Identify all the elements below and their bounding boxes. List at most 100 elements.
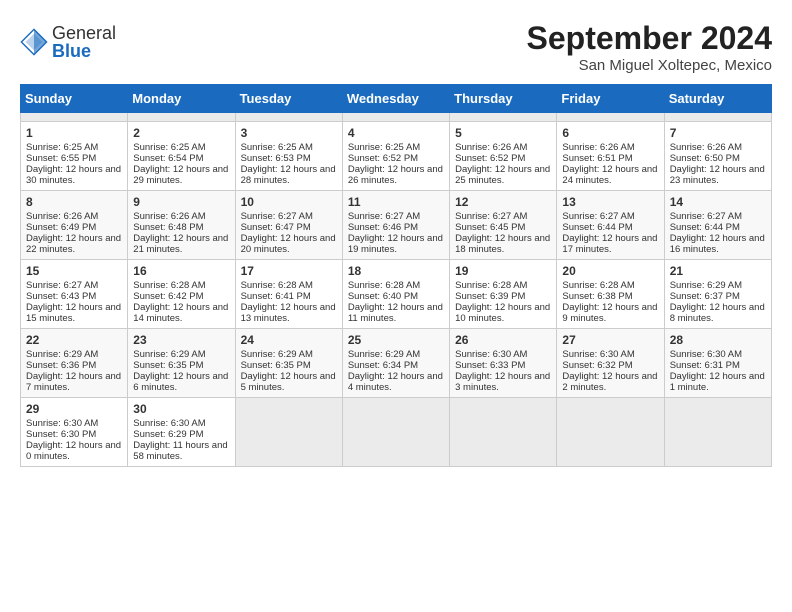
sunset-text: Sunset: 6:35 PM (241, 360, 311, 371)
sunset-text: Sunset: 6:37 PM (670, 291, 740, 302)
sunset-text: Sunset: 6:33 PM (455, 360, 525, 371)
day-number: 26 (455, 333, 551, 347)
calendar-cell: 3Sunrise: 6:25 AMSunset: 6:53 PMDaylight… (235, 122, 342, 191)
calendar-week-5: 22Sunrise: 6:29 AMSunset: 6:36 PMDayligh… (21, 329, 772, 398)
calendar-cell: 9Sunrise: 6:26 AMSunset: 6:48 PMDaylight… (128, 191, 235, 260)
sunrise-text: Sunrise: 6:29 AM (26, 349, 98, 360)
calendar-cell (342, 113, 449, 122)
day-number: 15 (26, 264, 122, 278)
sunset-text: Sunset: 6:55 PM (26, 153, 96, 164)
daylight-text: Daylight: 12 hours and 18 minutes. (455, 233, 550, 255)
sunrise-text: Sunrise: 6:28 AM (241, 280, 313, 291)
sunset-text: Sunset: 6:35 PM (133, 360, 203, 371)
sunrise-text: Sunrise: 6:29 AM (133, 349, 205, 360)
sunset-text: Sunset: 6:38 PM (562, 291, 632, 302)
sunrise-text: Sunrise: 6:27 AM (26, 280, 98, 291)
calendar-week-4: 15Sunrise: 6:27 AMSunset: 6:43 PMDayligh… (21, 260, 772, 329)
column-header-friday: Friday (557, 85, 664, 113)
calendar-cell: 1Sunrise: 6:25 AMSunset: 6:55 PMDaylight… (21, 122, 128, 191)
calendar-cell: 17 Sunrise: 6:28 AMSunset: 6:41 PMDayligh… (235, 260, 342, 329)
daylight-text: Daylight: 12 hours and 15 minutes. (26, 302, 121, 324)
calendar-cell (342, 398, 449, 467)
daylight-text: Daylight: 12 hours and 29 minutes. (133, 164, 228, 186)
day-number: 9 (133, 195, 229, 209)
sunrise-text: Sunrise: 6:26 AM (562, 142, 634, 153)
day-number: 29 (26, 402, 122, 416)
day-number: 21 (670, 264, 766, 278)
calendar-cell: 22Sunrise: 6:29 AMSunset: 6:36 PMDayligh… (21, 329, 128, 398)
day-number: 22 (26, 333, 122, 347)
daylight-text: Daylight: 12 hours and 20 minutes. (241, 233, 336, 255)
daylight-text: Daylight: 12 hours and 2 minutes. (562, 371, 657, 393)
daylight-text: Daylight: 12 hours and 23 minutes. (670, 164, 765, 186)
sunset-text: Sunset: 6:47 PM (241, 222, 311, 233)
calendar-cell: 12Sunrise: 6:27 AMSunset: 6:45 PMDayligh… (450, 191, 557, 260)
sunset-text: Sunset: 6:51 PM (562, 153, 632, 164)
logo: General Blue (20, 24, 116, 60)
daylight-text: Daylight: 12 hours and 16 minutes. (670, 233, 765, 255)
day-number: 11 (348, 195, 444, 209)
calendar-cell: 19Sunrise: 6:28 AMSunset: 6:39 PMDayligh… (450, 260, 557, 329)
sunset-text: Sunset: 6:29 PM (133, 429, 203, 440)
day-number: 16 (133, 264, 229, 278)
sunrise-text: Sunrise: 6:28 AM (455, 280, 527, 291)
daylight-text: Daylight: 12 hours and 7 minutes. (26, 371, 121, 393)
calendar-cell (450, 113, 557, 122)
day-number: 8 (26, 195, 122, 209)
day-number: 24 (241, 333, 337, 347)
calendar-cell (21, 113, 128, 122)
daylight-text: Daylight: 12 hours and 9 minutes. (562, 302, 657, 324)
daylight-text: Daylight: 12 hours and 11 minutes. (348, 302, 443, 324)
day-number: 14 (670, 195, 766, 209)
day-number: 18 (348, 264, 444, 278)
day-number: 30 (133, 402, 229, 416)
sunrise-text: Sunrise: 6:30 AM (670, 349, 742, 360)
column-header-saturday: Saturday (664, 85, 771, 113)
calendar-cell: 7Sunrise: 6:26 AMSunset: 6:50 PMDaylight… (664, 122, 771, 191)
calendar-cell: 2Sunrise: 6:25 AMSunset: 6:54 PMDaylight… (128, 122, 235, 191)
column-header-thursday: Thursday (450, 85, 557, 113)
daylight-text: Daylight: 12 hours and 1 minute. (670, 371, 765, 393)
calendar-cell: 27Sunrise: 6:30 AMSunset: 6:32 PMDayligh… (557, 329, 664, 398)
day-number: 13 (562, 195, 658, 209)
calendar-week-6: 29Sunrise: 6:30 AMSunset: 6:30 PMDayligh… (21, 398, 772, 467)
daylight-text: Daylight: 12 hours and 5 minutes. (241, 371, 336, 393)
day-number: 17 (241, 264, 337, 278)
daylight-text: Daylight: 12 hours and 19 minutes. (348, 233, 443, 255)
sunset-text: Sunset: 6:44 PM (562, 222, 632, 233)
day-number: 4 (348, 126, 444, 140)
calendar-cell: 20Sunrise: 6:28 AMSunset: 6:38 PMDayligh… (557, 260, 664, 329)
sunset-text: Sunset: 6:43 PM (26, 291, 96, 302)
daylight-text: Daylight: 12 hours and 13 minutes. (241, 302, 336, 324)
daylight-text: Daylight: 12 hours and 26 minutes. (348, 164, 443, 186)
daylight-text: Daylight: 12 hours and 30 minutes. (26, 164, 121, 186)
sunrise-text: Sunrise: 6:27 AM (562, 211, 634, 222)
sunset-text: Sunset: 6:52 PM (455, 153, 525, 164)
daylight-text: Daylight: 12 hours and 28 minutes. (241, 164, 336, 186)
sunset-text: Sunset: 6:41 PM (241, 291, 311, 302)
daylight-text: Daylight: 12 hours and 10 minutes. (455, 302, 550, 324)
logo-text: General Blue (52, 24, 116, 60)
sunset-text: Sunset: 6:45 PM (455, 222, 525, 233)
calendar-cell: 30Sunrise: 6:30 AMSunset: 6:29 PMDayligh… (128, 398, 235, 467)
sunrise-text: Sunrise: 6:30 AM (455, 349, 527, 360)
calendar-cell: 16Sunrise: 6:28 AMSunset: 6:42 PMDayligh… (128, 260, 235, 329)
sunrise-text: Sunrise: 6:29 AM (241, 349, 313, 360)
calendar-week-3: 8Sunrise: 6:26 AMSunset: 6:49 PMDaylight… (21, 191, 772, 260)
daylight-text: Daylight: 12 hours and 25 minutes. (455, 164, 550, 186)
page-header: General Blue September 2024 San Miguel X… (20, 20, 772, 74)
calendar-cell (557, 398, 664, 467)
sunrise-text: Sunrise: 6:27 AM (241, 211, 313, 222)
daylight-text: Daylight: 12 hours and 0 minutes. (26, 440, 121, 462)
month-year-title: September 2024 (527, 20, 772, 57)
calendar-table: SundayMondayTuesdayWednesdayThursdayFrid… (20, 84, 772, 467)
calendar-cell: 4Sunrise: 6:25 AMSunset: 6:52 PMDaylight… (342, 122, 449, 191)
day-number: 12 (455, 195, 551, 209)
calendar-cell: 24 Sunrise: 6:29 AMSunset: 6:35 PMDayligh… (235, 329, 342, 398)
calendar-cell (128, 113, 235, 122)
day-number: 3 (241, 126, 337, 140)
sunset-text: Sunset: 6:34 PM (348, 360, 418, 371)
calendar-cell: 18Sunrise: 6:28 AMSunset: 6:40 PMDayligh… (342, 260, 449, 329)
calendar-cell: 26Sunrise: 6:30 AMSunset: 6:33 PMDayligh… (450, 329, 557, 398)
sunset-text: Sunset: 6:49 PM (26, 222, 96, 233)
